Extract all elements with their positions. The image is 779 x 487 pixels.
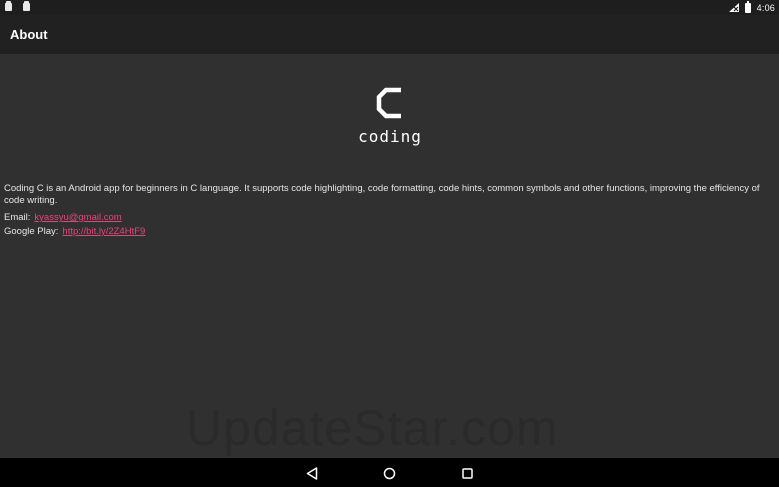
email-row: Email: kyassyu@gmail.com	[4, 212, 122, 224]
page-title: About	[10, 27, 48, 42]
recents-button[interactable]	[459, 465, 475, 481]
google-play-link[interactable]: http://bit.ly/2Z4HtF9	[62, 226, 145, 237]
signal-icon	[728, 3, 739, 12]
clock: 4:06	[756, 2, 775, 13]
app-description: Coding C is an Android app for beginners…	[4, 183, 760, 206]
google-play-row: Google Play: http://bit.ly/2Z4HtF9	[4, 226, 145, 238]
navigation-bar	[0, 458, 779, 487]
watermark: UpdateStar.com	[186, 400, 559, 456]
app-bar: About	[0, 15, 779, 54]
home-icon	[383, 467, 395, 479]
notification-icon	[5, 1, 12, 11]
email-link[interactable]: kyassyu@gmail.com	[34, 212, 121, 223]
battery-icon	[744, 0, 751, 13]
c-logo-icon	[376, 87, 401, 119]
google-play-label: Google Play:	[4, 226, 59, 237]
screen: 4:06 About coding Coding C is an Android…	[0, 0, 779, 487]
system-status-area: 4:06	[728, 0, 775, 15]
recents-icon	[461, 467, 473, 479]
back-icon	[306, 466, 318, 480]
status-bar: 4:06	[0, 0, 779, 15]
app-logo: coding	[350, 85, 430, 146]
about-content: coding Coding C is an Android app for be…	[0, 54, 779, 458]
logo-wordmark: coding	[358, 127, 422, 146]
notification-icon	[23, 1, 30, 11]
home-button[interactable]	[381, 465, 397, 481]
email-label: Email:	[4, 212, 31, 223]
back-button[interactable]	[304, 465, 320, 481]
notification-area	[5, 1, 30, 11]
